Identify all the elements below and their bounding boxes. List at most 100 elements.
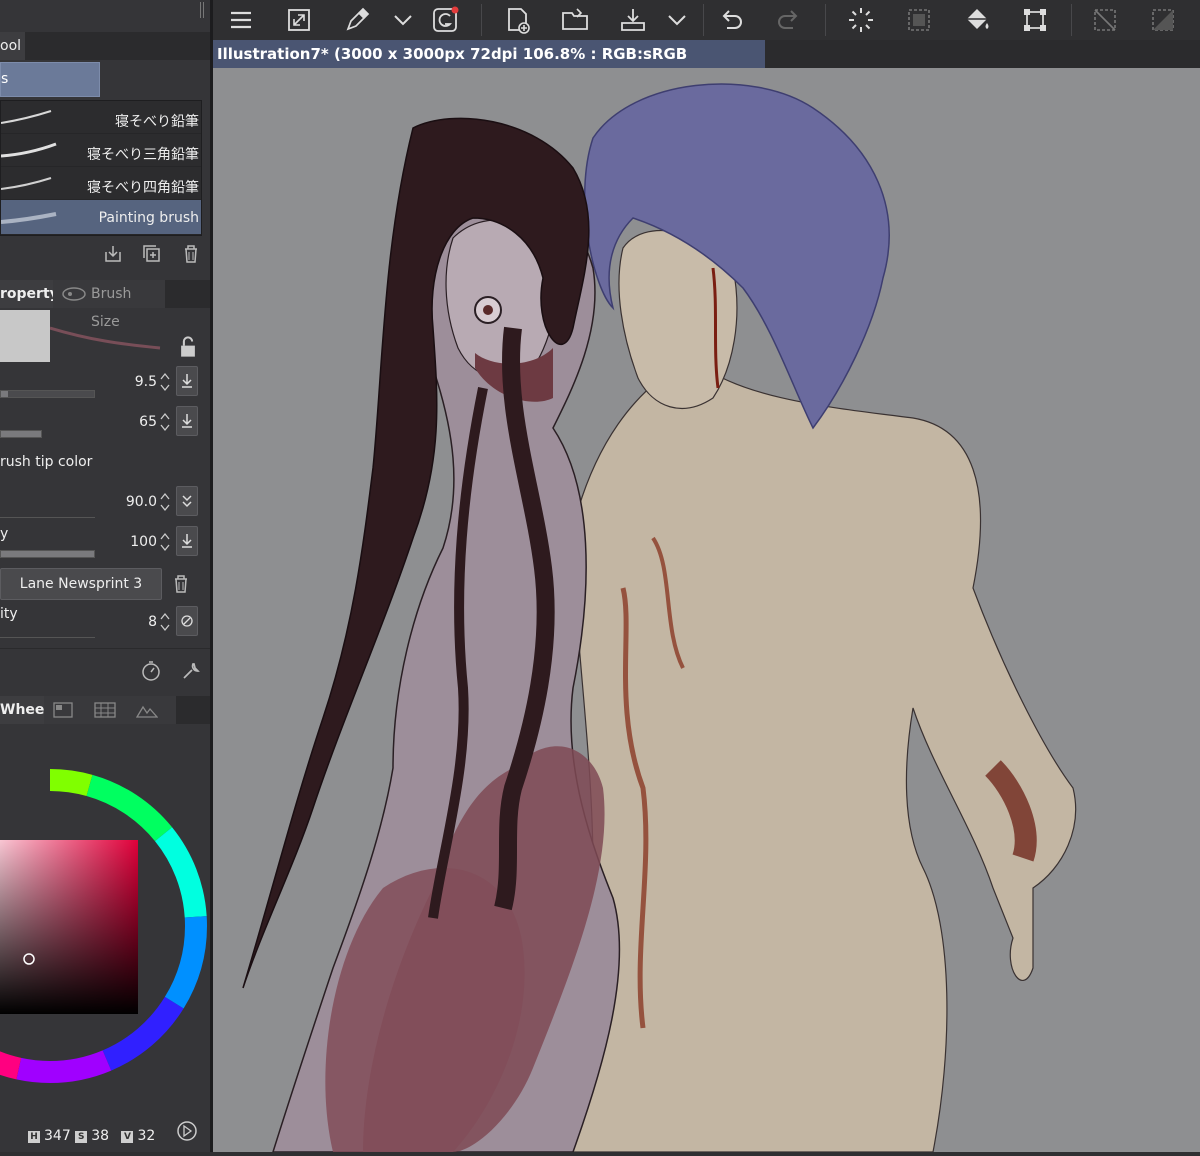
brush-item-selected[interactable]: Painting brush: [1, 200, 201, 235]
duplicate-icon[interactable]: [141, 243, 163, 265]
play-icon[interactable]: [176, 1120, 198, 1146]
brush-list: 寝そべり鉛筆 寝そべり三角鉛筆 寝そべり四角鉛筆 Painting brush: [0, 100, 202, 236]
color-wheel[interactable]: [0, 726, 210, 1152]
texture-density-row: y 100: [0, 524, 205, 560]
redo-icon[interactable]: [773, 4, 805, 36]
undo-icon[interactable]: [715, 4, 747, 36]
angle-check-button[interactable]: [176, 486, 198, 516]
separator: [481, 4, 482, 36]
pressure-down-icon: [182, 414, 192, 428]
brush-item-label: 寝そべり鉛筆: [115, 114, 199, 130]
companion-icon[interactable]: [429, 4, 461, 36]
document-tabbar: Illustration7* (3000 x 3000px 72dpi 106.…: [213, 40, 1200, 91]
select-all-icon[interactable]: [903, 4, 935, 36]
spin-arrows-icon[interactable]: [159, 490, 171, 514]
command-bar: [213, 0, 1200, 40]
canvas-area[interactable]: [213, 68, 1200, 1152]
opacity-slider[interactable]: [0, 430, 42, 438]
brush-stroke-preview: [1, 142, 57, 158]
opacity-pressure-button[interactable]: [176, 406, 198, 436]
brush-tip-color-row: rush tip color: [0, 446, 205, 482]
disabled-icon: [181, 615, 193, 627]
artwork-canvas[interactable]: [213, 68, 1200, 1152]
h-value: 347: [44, 1128, 71, 1144]
brush-item[interactable]: 寝そべり鉛筆: [1, 101, 201, 134]
paper-texture-button[interactable]: Lane Newsprint 3: [0, 568, 162, 600]
trash-icon[interactable]: [180, 243, 202, 265]
brush-item-label: Painting brush: [98, 210, 199, 226]
tab-subtool[interactable]: ool: [0, 32, 26, 60]
brush-size-value[interactable]: 9.5: [135, 374, 157, 390]
spin-arrows-icon[interactable]: [159, 410, 171, 434]
texture-label: y: [0, 526, 9, 542]
fill-icon[interactable]: [961, 4, 993, 36]
texture-pressure-button[interactable]: [176, 526, 198, 556]
spin-arrows-icon[interactable]: [159, 370, 171, 394]
color-set-icon: [53, 702, 73, 718]
angle-value[interactable]: 90.0: [126, 494, 157, 510]
spin-arrows-icon[interactable]: [159, 530, 171, 554]
divider: [0, 648, 210, 649]
angle-row: 90.0: [0, 484, 205, 520]
tab-color-wheel[interactable]: Wheel: [0, 696, 49, 724]
separator: [825, 4, 826, 36]
color-wheel-panel: [0, 726, 210, 1152]
brush-tip-preview: [0, 310, 50, 362]
brush-item[interactable]: 寝そべり四角鉛筆: [1, 167, 201, 200]
s-label: S: [75, 1131, 88, 1143]
trash-icon[interactable]: [170, 573, 192, 595]
opacity-value[interactable]: 65: [139, 414, 157, 430]
separator: [1071, 4, 1072, 36]
brush-item-label: 寝そべり四角鉛筆: [87, 180, 199, 196]
s-value: 38: [91, 1128, 110, 1144]
intermediate-color-icon: [94, 702, 116, 718]
angle-slider[interactable]: [0, 510, 95, 518]
brush-size-row: 9.5: [0, 364, 205, 400]
density-disabled-button[interactable]: [176, 606, 198, 636]
pressure-down-icon: [182, 534, 192, 548]
left-palette: ool s 寝そべり鉛筆 寝そべり三角鉛筆 寝そべり四角鉛筆 Painting …: [0, 0, 210, 1152]
invert-selection-icon[interactable]: [1147, 4, 1179, 36]
figure-left: [242, 117, 621, 1152]
hsv-readout: H 347 S 38 V 32: [0, 1128, 155, 1144]
spin-arrows-icon[interactable]: [159, 610, 171, 634]
density-slider[interactable]: [0, 630, 95, 638]
brush-item[interactable]: 寝そべり三角鉛筆: [1, 134, 201, 167]
save-preset-icon[interactable]: [102, 243, 124, 265]
document-tab[interactable]: Illustration7* (3000 x 3000px 72dpi 106.…: [213, 40, 765, 91]
brush-settings-reset-icon[interactable]: [140, 660, 162, 682]
lock-icon[interactable]: [177, 336, 195, 357]
clear-selection-icon[interactable]: [1089, 4, 1121, 36]
brush-tip-color-label: rush tip color: [0, 454, 93, 470]
menu-icon[interactable]: [225, 4, 257, 36]
wrench-icon[interactable]: [180, 660, 202, 682]
chevron-down-icon[interactable]: [661, 4, 693, 36]
texture-value[interactable]: 100: [130, 534, 157, 550]
brush-size-slider[interactable]: [0, 390, 95, 398]
loading-icon[interactable]: [845, 4, 877, 36]
fit-icon[interactable]: [283, 4, 315, 36]
save-icon[interactable]: [617, 4, 649, 36]
brush-stroke-preview: [1, 212, 57, 224]
density-label: ity: [0, 606, 18, 622]
density-row: ity 8: [0, 604, 205, 640]
tab-brush-size[interactable]: Brush Size: [53, 280, 165, 330]
transform-icon[interactable]: [1019, 4, 1051, 36]
open-folder-icon[interactable]: [559, 4, 591, 36]
brush-settings-icon[interactable]: [341, 4, 373, 36]
new-canvas-icon[interactable]: [501, 4, 533, 36]
size-pressure-button[interactable]: [176, 366, 198, 396]
separator: [703, 4, 704, 36]
mountain-icon: [136, 705, 158, 718]
v-value: 32: [137, 1128, 156, 1144]
check-icon: [182, 495, 192, 508]
opacity-row: 65: [0, 404, 205, 440]
subtool-group-button[interactable]: s: [0, 62, 100, 97]
subtool-tabbar: ool: [0, 32, 210, 60]
tab-approximate-color[interactable]: [126, 696, 176, 724]
v-label: V: [121, 1131, 134, 1143]
palette-grip[interactable]: [199, 2, 207, 18]
density-value[interactable]: 8: [148, 614, 157, 630]
texture-slider[interactable]: [0, 550, 95, 558]
chevron-down-icon[interactable]: [387, 4, 419, 36]
